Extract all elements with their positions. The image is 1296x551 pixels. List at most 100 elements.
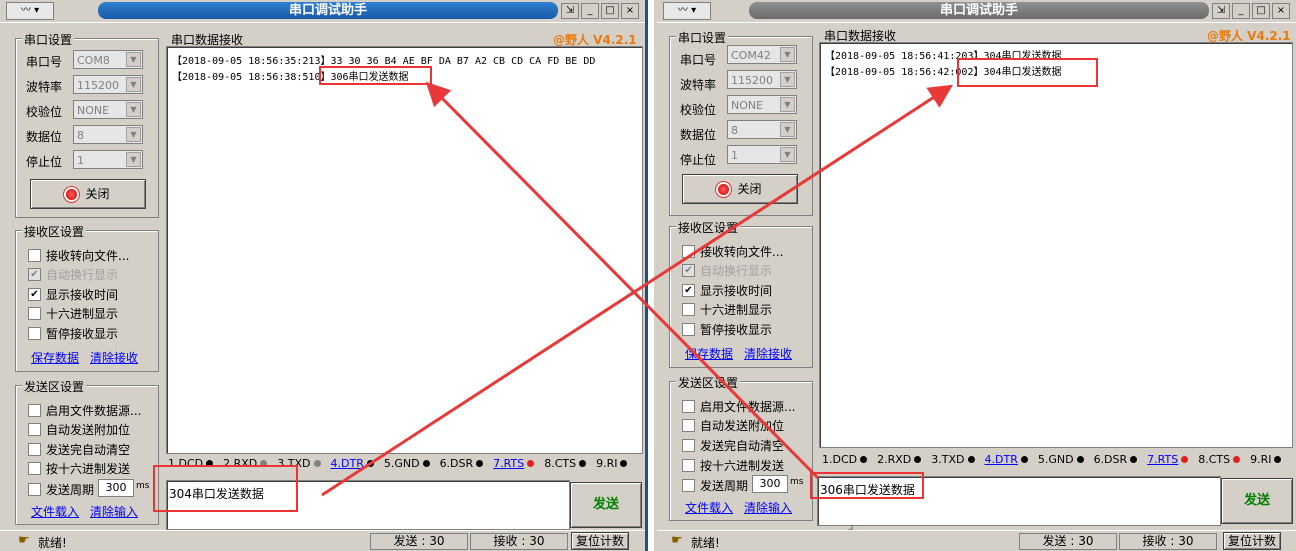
clear-recv-link[interactable]: 清除接收: [90, 349, 138, 366]
title-bar: 〰 ▾ 串口调试助手 ⇲ _ □ ×: [0, 0, 645, 23]
signal-label: 6.DSR: [439, 457, 474, 470]
send-button[interactable]: 发送: [570, 482, 642, 528]
load-file-link[interactable]: 文件载入: [31, 503, 79, 520]
hex-send-checkbox[interactable]: 按十六进制发送: [28, 460, 130, 477]
hex-display-checkbox[interactable]: 十六进制显示: [682, 301, 772, 318]
hex-display-checkbox[interactable]: 十六进制显示: [28, 305, 118, 322]
load-file-link[interactable]: 文件载入: [685, 499, 733, 516]
recv-line: 【2018-09-05 18:56:35:213】33 30 36 B4 AE …: [172, 56, 596, 67]
chevron-down-icon: ▼: [126, 127, 141, 142]
signal-bar: 1.DCD 2.RXD 3.TXD 4.DTR 5.GND 6.DSR 7.RTS 8.CTS…: [822, 453, 1282, 466]
file-source-checkbox[interactable]: 启用文件数据源...: [682, 398, 795, 415]
send-button[interactable]: 发送: [1221, 478, 1293, 524]
chevron-down-icon: ▼: [126, 77, 141, 92]
pause-display-checkbox[interactable]: 暂停接收显示: [682, 321, 772, 338]
status-ready: 就绪!: [38, 536, 67, 550]
pin-button[interactable]: ⇲: [1212, 3, 1230, 19]
status-bar: ☛ 就绪! 发送 : 30 接收 : 30 复位计数: [0, 530, 645, 551]
system-menu-button[interactable]: 〰 ▾: [663, 2, 711, 20]
chevron-down-icon: ▼: [780, 97, 795, 112]
clear-input-link[interactable]: 清除输入: [744, 499, 792, 516]
checkbox-box: [28, 404, 41, 417]
signal-item[interactable]: 7.RTS: [1147, 453, 1189, 466]
pin-button[interactable]: ⇲: [561, 3, 579, 19]
send-period-checkbox[interactable]: 发送周期: [682, 477, 748, 494]
button-label: 关闭: [737, 182, 762, 196]
checkbox-label: 显示接收时间: [46, 288, 119, 302]
show-recv-time-checkbox[interactable]: ✔ 显示接收时间: [682, 282, 772, 299]
checkbox-box: [682, 419, 695, 432]
signal-indicator-icon: [967, 456, 975, 463]
stopbits-select[interactable]: 1 ▼: [727, 145, 797, 164]
signal-item[interactable]: 7.RTS: [493, 457, 535, 470]
reset-count-button[interactable]: 复位计数: [571, 532, 629, 550]
signal-label: 1.DCD: [168, 457, 204, 470]
baud-select[interactable]: 115200 ▼: [73, 75, 143, 94]
signal-label: 7.RTS: [493, 457, 525, 470]
period-input[interactable]: 300: [752, 475, 788, 493]
recv-textarea[interactable]: 【2018-09-05 18:56:35:213】33 30 36 B4 AE …: [166, 46, 643, 454]
close-port-button[interactable]: 关闭: [30, 179, 146, 209]
auto-wrap-checkbox[interactable]: ✔ 自动换行显示: [28, 266, 118, 283]
select-value: 8: [77, 129, 84, 142]
send-textarea[interactable]: 306串口发送数据: [817, 476, 1221, 526]
signal-item: 5.GND: [1038, 453, 1084, 466]
signal-item[interactable]: 4.DTR: [331, 457, 374, 470]
signal-bar: 1.DCD 2.RXD 3.TXD 4.DTR 5.GND 6.DSR 7.RTS 8.CTS…: [168, 457, 628, 470]
send-period-checkbox[interactable]: 发送周期: [28, 481, 94, 498]
period-input[interactable]: 300: [98, 479, 134, 497]
port-select[interactable]: COM42 ▼: [727, 45, 797, 64]
group-title: 串口设置: [22, 31, 75, 48]
recv-to-file-checkbox[interactable]: 接收转向文件...: [28, 247, 129, 264]
recv-textarea[interactable]: 【2018-09-05 18:56:41:203】304串口发送数据 【2018…: [819, 42, 1293, 448]
port-select[interactable]: COM8 ▼: [73, 50, 143, 69]
signal-item[interactable]: 4.DTR: [985, 453, 1028, 466]
hex-send-checkbox[interactable]: 按十六进制发送: [682, 457, 784, 474]
checkbox-box: [682, 323, 695, 336]
parity-select[interactable]: NONE ▼: [727, 95, 797, 114]
checkbox-label: 接收转向文件...: [700, 245, 784, 259]
select-value: 1: [731, 149, 738, 162]
show-recv-time-checkbox[interactable]: ✔ 显示接收时间: [28, 286, 118, 303]
signal-item: 5.GND: [384, 457, 430, 470]
close-button[interactable]: ×: [621, 3, 639, 19]
signal-label: 8.CTS: [1198, 453, 1231, 466]
auto-append-checkbox[interactable]: 自动发送附加位: [682, 417, 784, 434]
reset-count-button[interactable]: 复位计数: [1223, 532, 1281, 550]
signal-label: 9.RI: [596, 457, 618, 470]
close-button[interactable]: ×: [1272, 3, 1290, 19]
checkbox-label: 十六进制显示: [46, 307, 119, 321]
close-port-button[interactable]: 关闭: [682, 174, 798, 204]
clear-input-link[interactable]: 清除输入: [90, 503, 138, 520]
pause-display-checkbox[interactable]: 暂停接收显示: [28, 325, 118, 342]
field-label: 串口号: [680, 53, 717, 67]
maximize-button[interactable]: □: [1252, 3, 1270, 19]
file-source-checkbox[interactable]: 启用文件数据源...: [28, 402, 141, 419]
checkbox-label: 发送周期: [46, 483, 95, 497]
checkbox-label: 暂停接收显示: [700, 323, 773, 337]
clear-recv-link[interactable]: 清除接收: [744, 345, 792, 362]
minimize-button[interactable]: _: [581, 3, 599, 19]
signal-item: 1.DCD: [168, 457, 214, 470]
system-menu-button[interactable]: 〰 ▾: [6, 2, 54, 20]
button-label: 关闭: [85, 187, 110, 201]
auto-clear-checkbox[interactable]: 发送完自动清空: [682, 437, 784, 454]
auto-clear-checkbox[interactable]: 发送完自动清空: [28, 441, 130, 458]
stopbits-select[interactable]: 1 ▼: [73, 150, 143, 169]
send-textarea[interactable]: 304串口发送数据: [166, 480, 570, 530]
minimize-button[interactable]: _: [1232, 3, 1250, 19]
auto-wrap-checkbox[interactable]: ✔ 自动换行显示: [682, 262, 772, 279]
save-data-link[interactable]: 保存数据: [31, 349, 79, 366]
parity-select[interactable]: NONE ▼: [73, 100, 143, 119]
recv-to-file-checkbox[interactable]: 接收转向文件...: [682, 243, 783, 260]
checkbox-label: 按十六进制发送: [700, 459, 785, 473]
checkbox-label: 启用文件数据源...: [700, 400, 796, 414]
databits-select[interactable]: 8 ▼: [73, 125, 143, 144]
auto-append-checkbox[interactable]: 自动发送附加位: [28, 421, 130, 438]
group-title: 接收区设置: [676, 219, 741, 236]
databits-select[interactable]: 8 ▼: [727, 120, 797, 139]
baud-select[interactable]: 115200 ▼: [727, 70, 797, 89]
save-data-link[interactable]: 保存数据: [685, 345, 733, 362]
signal-label: 8.CTS: [544, 457, 577, 470]
maximize-button[interactable]: □: [601, 3, 619, 19]
